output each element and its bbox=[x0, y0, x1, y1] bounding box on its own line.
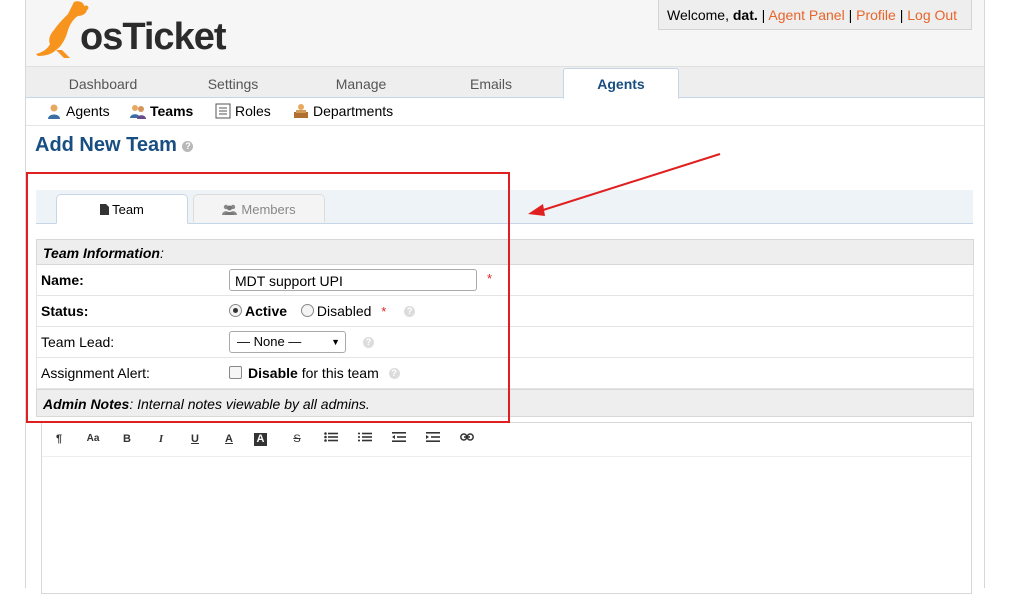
nav-tab-emails[interactable]: Emails bbox=[436, 67, 546, 97]
departments-icon bbox=[294, 104, 308, 118]
nav-tab-settings[interactable]: Settings bbox=[178, 67, 288, 97]
font-color-icon[interactable]: A bbox=[220, 431, 238, 447]
teams-icon bbox=[130, 105, 146, 119]
roles-icon bbox=[215, 103, 231, 119]
indent-icon[interactable] bbox=[424, 431, 442, 447]
background-color-icon[interactable]: A bbox=[254, 433, 267, 446]
admin-notes-editor[interactable]: ¶ Aa B I U A A S bbox=[41, 422, 972, 594]
strikethrough-icon[interactable]: S bbox=[288, 431, 306, 447]
header: osTicket Welcome, dat. | Agent Panel | P… bbox=[26, 0, 984, 66]
agent-icon bbox=[48, 104, 60, 119]
subnav-item-agents[interactable]: Agents bbox=[46, 97, 110, 125]
agent-panel-link[interactable]: Agent Panel bbox=[768, 7, 844, 23]
italic-icon[interactable]: I bbox=[152, 431, 170, 447]
link-icon[interactable] bbox=[458, 431, 476, 447]
ordered-list-icon[interactable] bbox=[356, 431, 374, 447]
user-welcome-box: Welcome, dat. | Agent Panel | Profile | … bbox=[658, 0, 972, 30]
paragraph-icon[interactable]: ¶ bbox=[50, 431, 68, 447]
page-title: Add New Team ? bbox=[35, 134, 194, 157]
help-icon[interactable]: ? bbox=[182, 141, 194, 152]
subnav-item-departments[interactable]: Departments bbox=[293, 97, 393, 125]
unordered-list-icon[interactable] bbox=[322, 431, 340, 447]
bold-icon[interactable]: B bbox=[118, 431, 136, 447]
main-nav: Dashboard Settings Manage Emails Agents bbox=[26, 66, 984, 99]
username: dat. bbox=[732, 7, 758, 23]
nav-tab-agents[interactable]: Agents bbox=[563, 68, 679, 99]
osticket-logo[interactable]: osTicket bbox=[34, 0, 244, 62]
underline-icon[interactable]: U bbox=[186, 431, 204, 447]
nav-tab-manage[interactable]: Manage bbox=[306, 67, 416, 97]
font-size-icon[interactable]: Aa bbox=[84, 431, 102, 447]
annotation-highlight-box bbox=[26, 172, 510, 423]
editor-toolbar: ¶ Aa B I U A A S bbox=[42, 423, 971, 457]
nav-tab-dashboard[interactable]: Dashboard bbox=[48, 67, 158, 97]
subnav-item-teams[interactable]: Teams bbox=[130, 97, 193, 125]
profile-link[interactable]: Profile bbox=[856, 7, 896, 23]
outdent-icon[interactable] bbox=[390, 431, 408, 447]
sub-nav: Agents Teams Roles Departments bbox=[26, 97, 984, 126]
welcome-text: Welcome, bbox=[667, 7, 729, 23]
logout-link[interactable]: Log Out bbox=[907, 7, 957, 23]
subnav-item-roles[interactable]: Roles bbox=[215, 97, 271, 125]
logo-wordmark: osTicket bbox=[80, 16, 226, 58]
